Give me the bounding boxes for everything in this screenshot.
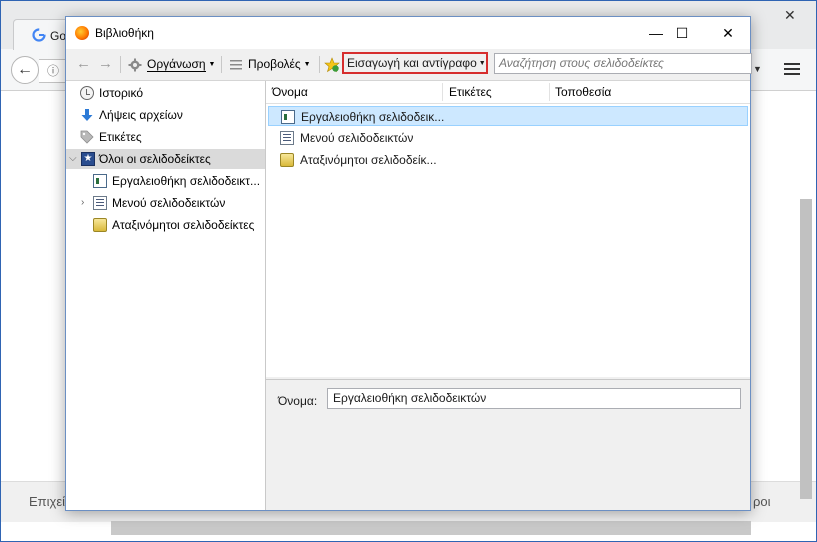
toolbar-separator: [120, 56, 121, 73]
sidebar-item-label: Όλοι οι σελιδοδείκτες: [99, 152, 211, 166]
footer-right-text: ροι: [753, 494, 771, 509]
library-titlebar: Βιβλιοθήκη — ☐ ✕: [66, 17, 750, 49]
sidebar-item-label: Ετικέτες: [99, 130, 142, 144]
browser-horizontal-scrollbar[interactable]: [111, 521, 751, 535]
column-header-location[interactable]: Τοποθεσία: [555, 85, 611, 99]
site-info-icon[interactable]: ⓘ: [47, 62, 59, 79]
column-header-row: Όνομα Ετικέτες Τοποθεσία: [266, 81, 750, 104]
list-row-unsorted-bookmarks[interactable]: Αταξινόμητοι σελιδοδείκ...: [268, 150, 748, 170]
name-field[interactable]: Εργαλειοθήκη σελιδοδεικτών: [327, 388, 741, 409]
forward-button[interactable]: →: [98, 56, 113, 71]
details-pane: Όνομα: Εργαλειοθήκη σελιδοδεικτών: [266, 379, 750, 510]
organize-label: Οργάνωση: [147, 57, 206, 72]
firefox-logo-icon: [75, 26, 89, 40]
scrollbar-thumb[interactable]: [800, 199, 812, 499]
import-star-icon: [324, 57, 340, 73]
bookmarks-toolbar-icon: [93, 174, 107, 188]
column-separator[interactable]: [549, 83, 550, 101]
browser-dropdown-icon[interactable]: ▼: [753, 64, 762, 74]
browser-back-button[interactable]: ←: [11, 56, 39, 84]
unsorted-bookmarks-icon: [280, 153, 294, 167]
sidebar-item-label: Αταξινόμητοι σελιδοδείκτες: [112, 218, 255, 232]
maximize-button[interactable]: ☐: [662, 21, 702, 45]
sidebar-item-unsorted-bookmarks[interactable]: Αταξινόμητοι σελιδοδείκτες: [66, 215, 265, 235]
download-arrow-icon: [81, 109, 93, 121]
toolbar-separator: [319, 56, 320, 73]
tag-icon: [80, 130, 94, 144]
unsorted-bookmarks-icon: [93, 218, 107, 232]
star-bookmarks-icon: ★: [81, 152, 95, 166]
list-row-name: Μενού σελιδοδεικτών: [300, 131, 414, 145]
sidebar-item-bookmarks-menu[interactable]: › Μενού σελιδοδεικτών: [66, 193, 265, 213]
bookmarks-menu-icon: [280, 131, 294, 145]
organize-button[interactable]: Οργάνωση ▼: [128, 55, 215, 73]
browser-close-icon[interactable]: ✕: [784, 7, 796, 24]
sidebar-item-all-bookmarks[interactable]: ⌵ ★ Όλοι οι σελιδοδείκτες: [66, 149, 265, 169]
views-button[interactable]: Προβολές ▼: [229, 55, 311, 73]
hamburger-menu-icon[interactable]: [784, 60, 800, 78]
history-icon: [80, 86, 94, 100]
sidebar-item-label: Ιστορικό: [99, 86, 144, 100]
list-row-name: Αταξινόμητοι σελιδοδείκ...: [300, 153, 437, 167]
organize-dropdown-icon: ▼: [208, 60, 216, 68]
sidebar-item-history[interactable]: Ιστορικό: [66, 83, 265, 103]
library-toolbar: ← → Οργάνωση ▼ Προβολές ▼ Εισαγωγή και αντ…: [66, 49, 752, 81]
import-backup-label: Εισαγωγή και αντίγραφο: [347, 56, 477, 70]
list-row-bookmarks-menu[interactable]: Μενού σελιδοδεικτών: [268, 128, 748, 148]
bookmarks-menu-icon: [93, 196, 107, 210]
list-row-bookmarks-toolbar[interactable]: Εργαλειοθήκη σελιδοδεικ...: [268, 106, 748, 126]
chevron-right-icon[interactable]: ›: [81, 193, 84, 213]
close-button[interactable]: ✕: [708, 21, 748, 45]
search-input[interactable]: Αναζήτηση στους σελιδοδείκτες: [494, 53, 752, 74]
bookmarks-list: Όνομα Ετικέτες Τοποθεσία Εργαλειοθήκη σε…: [266, 81, 750, 377]
views-dropdown-icon: ▼: [303, 60, 311, 68]
column-header-tags[interactable]: Ετικέτες: [449, 85, 492, 99]
sidebar-item-label: Λήψεις αρχείων: [99, 108, 183, 122]
back-button[interactable]: ←: [76, 56, 91, 71]
browser-vertical-scrollbar[interactable]: [800, 111, 812, 511]
sidebar-item-label: Εργαλειοθήκη σελιδοδεικτ...: [112, 174, 261, 188]
import-dropdown-icon: ▼: [478, 59, 486, 67]
bookmarks-toolbar-icon: [281, 110, 295, 124]
library-title: Βιβλιοθήκη: [95, 26, 154, 40]
name-field-label: Όνομα:: [278, 394, 318, 408]
library-window: Βιβλιοθήκη — ☐ ✕ ← → Οργάνωση ▼ Προβολές ▼: [65, 16, 752, 511]
google-g-icon: [32, 28, 46, 42]
sidebar-item-label: Μενού σελιδοδεικτών: [112, 196, 226, 210]
chevron-down-icon[interactable]: ⌵: [69, 149, 77, 169]
views-list-icon: [230, 59, 242, 70]
footer-left-text: Επιχεί: [29, 494, 66, 509]
import-backup-button[interactable]: Εισαγωγή και αντίγραφο ▼: [342, 52, 488, 74]
gear-icon: [128, 58, 142, 72]
sidebar-item-tags[interactable]: Ετικέτες: [66, 127, 265, 147]
views-label: Προβολές: [248, 57, 301, 71]
toolbar-separator: [221, 56, 222, 73]
list-row-name: Εργαλειοθήκη σελιδοδεικ...: [301, 110, 445, 124]
column-header-name[interactable]: Όνομα: [272, 85, 308, 99]
sidebar-item-downloads[interactable]: Λήψεις αρχείων: [66, 105, 265, 125]
column-separator[interactable]: [442, 83, 443, 101]
sidebar-item-bookmarks-toolbar[interactable]: Εργαλειοθήκη σελιδοδεικτ...: [66, 171, 265, 191]
browser-tab-title: Go: [50, 29, 67, 43]
sidebar-tree: Ιστορικό Λήψεις αρχείων Ετικέτες ⌵ ★ Όλο…: [66, 81, 266, 510]
